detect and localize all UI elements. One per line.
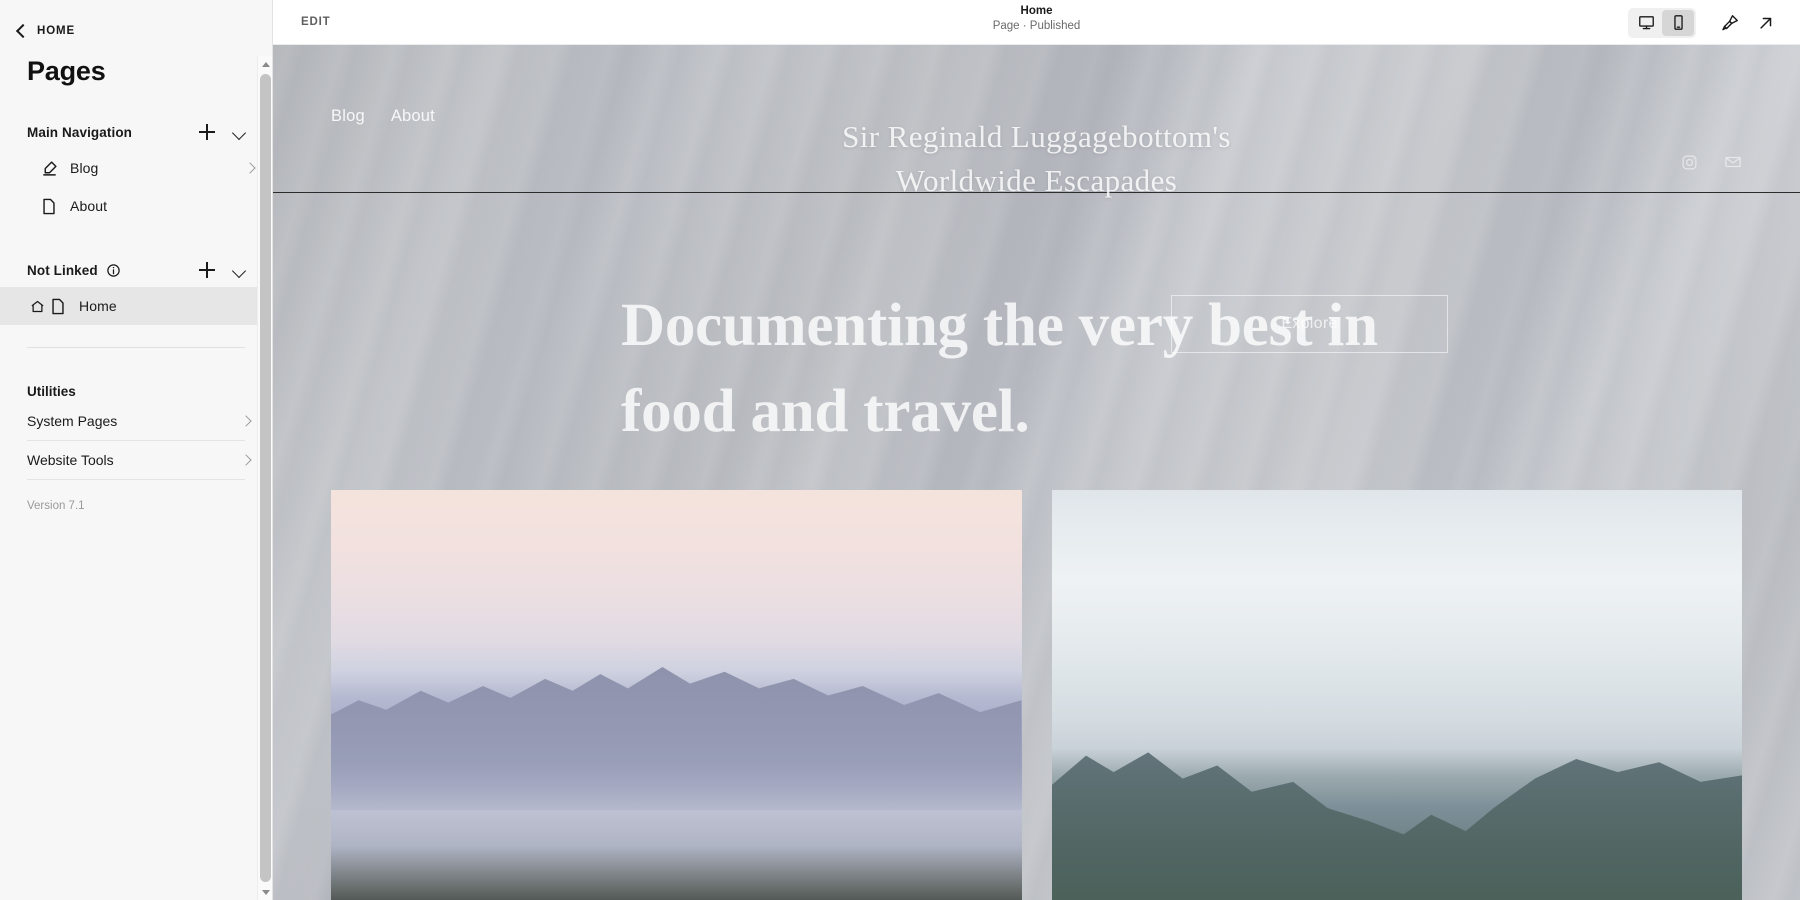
editor-toolbar: EDIT Home Page · Published — [273, 0, 1800, 45]
page-icon — [38, 196, 60, 216]
utilities-heading: Utilities — [27, 383, 76, 399]
sidebar-item-website-tools[interactable]: Website Tools — [0, 441, 272, 479]
site-title-line-2: Worldwide Escapades — [895, 163, 1178, 198]
chevron-left-icon — [15, 23, 31, 38]
version-label: Version 7.1 — [27, 500, 85, 512]
page-icon — [47, 296, 69, 316]
toolbar-page-info: Home Page · Published — [273, 4, 1800, 34]
section-label: Main Navigation — [27, 124, 133, 140]
page-title: Pages — [27, 56, 106, 86]
editor-pane: EDIT Home Page · Published Blog About Si… — [273, 0, 1800, 900]
section-label: Not Linked — [27, 262, 98, 278]
back-label: HOME — [37, 25, 76, 37]
chevron-right-icon[interactable] — [244, 162, 256, 174]
hero-heading-line-2: food and travel. — [621, 378, 1030, 445]
edit-button[interactable]: EDIT — [273, 16, 330, 28]
back-to-home-button[interactable]: HOME — [0, 0, 272, 46]
scroll-up-arrow[interactable] — [258, 56, 273, 72]
sidebar-item-label: Home — [79, 298, 117, 314]
section-header-not-linked: Not Linked — [0, 253, 272, 287]
website-preview[interactable]: Blog About Sir Reginald Luggagebottom's … — [273, 45, 1800, 900]
sidebar-scrollbar[interactable] — [257, 56, 272, 900]
sidebar-item-label: About — [70, 198, 108, 214]
info-icon[interactable] — [106, 263, 121, 278]
external-link-icon[interactable] — [1750, 8, 1782, 38]
utilities-divider-bottom — [27, 479, 245, 480]
email-icon[interactable] — [1724, 153, 1742, 176]
section-header-main-navigation: Main Navigation — [0, 115, 272, 149]
sidebar-divider — [27, 347, 245, 348]
scrollbar-thumb[interactable] — [260, 74, 271, 882]
sidebar-item-home[interactable]: Home — [0, 287, 272, 325]
device-view-toggle — [1628, 7, 1696, 38]
utility-label: Website Tools — [27, 452, 114, 468]
sidebar-item-system-pages[interactable]: System Pages — [0, 402, 272, 440]
chevron-down-icon-main-navigation[interactable] — [228, 121, 250, 143]
chevron-down-icon-not-linked[interactable] — [228, 259, 250, 281]
scroll-down-arrow[interactable] — [258, 884, 273, 900]
toolbar-actions — [1628, 0, 1782, 45]
app-root: HOME Pages Main Navigation Blog About No… — [0, 0, 1800, 900]
site-social-links — [1681, 153, 1742, 176]
paintbrush-icon[interactable] — [1714, 8, 1746, 38]
blog-pen-icon — [38, 158, 60, 178]
sidebar-item-blog[interactable]: Blog — [0, 149, 272, 187]
chevron-right-icon — [240, 454, 252, 466]
site-header: Blog About Sir Reginald Luggagebottom's … — [273, 45, 1800, 198]
pages-sidebar: HOME Pages Main Navigation Blog About No… — [0, 0, 273, 900]
desktop-view-button[interactable] — [1630, 10, 1662, 36]
explore-button[interactable]: Explore — [1171, 295, 1448, 353]
site-title-line-1: Sir Reginald Luggagebottom's — [842, 119, 1231, 154]
valley-mountains-clouds-photo[interactable] — [1051, 490, 1742, 900]
instagram-icon[interactable] — [1681, 154, 1698, 176]
sidebar-item-about[interactable]: About — [0, 187, 272, 225]
sidebar-item-label: Blog — [70, 160, 99, 176]
lake-mountains-sunset-photo[interactable] — [331, 490, 1022, 900]
site-title: Sir Reginald Luggagebottom's Worldwide E… — [273, 115, 1800, 203]
add-page-button-not-linked[interactable] — [196, 259, 218, 281]
house-icon — [27, 299, 47, 314]
hero-gallery — [273, 490, 1800, 900]
toolbar-page-title: Home — [1020, 5, 1053, 17]
utility-label: System Pages — [27, 413, 118, 429]
chevron-right-icon — [240, 415, 252, 427]
add-page-button-main-navigation[interactable] — [196, 121, 218, 143]
toolbar-page-status: Page · Published — [992, 20, 1081, 32]
mobile-view-button[interactable] — [1662, 9, 1694, 36]
